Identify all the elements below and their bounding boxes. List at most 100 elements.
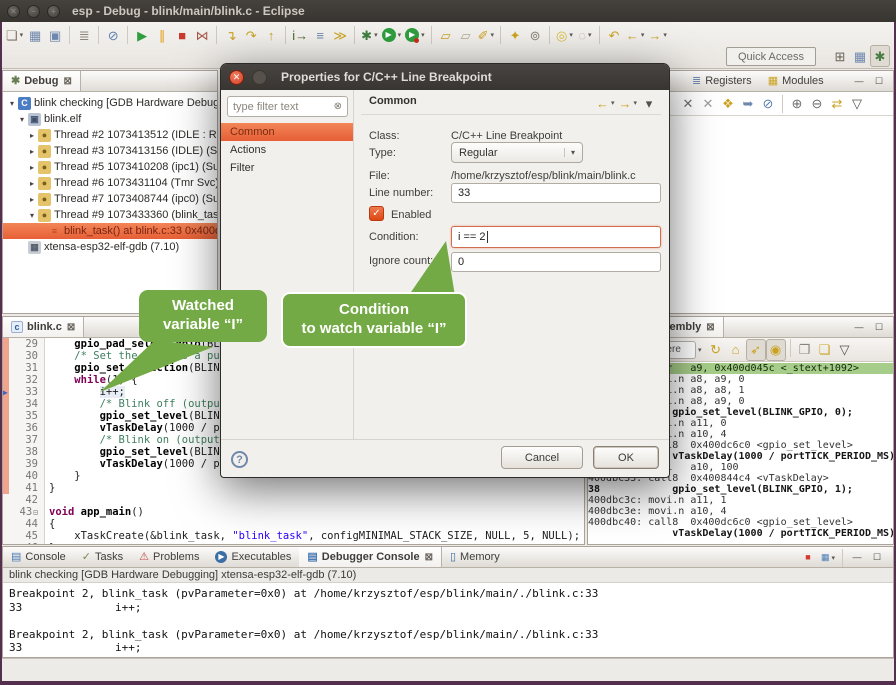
- use-step-filters-button[interactable]: ≫: [330, 24, 350, 46]
- save-all-button[interactable]: ▣: [45, 24, 65, 46]
- dialog-nav-actions[interactable]: Actions: [221, 141, 353, 159]
- lightbulb-off-button[interactable]: ◌▾: [575, 24, 595, 46]
- view-menu-button[interactable]: ▽: [835, 339, 855, 361]
- search-button[interactable]: ✦: [505, 24, 525, 46]
- line-number-field[interactable]: 33: [451, 183, 661, 203]
- close-icon[interactable]: ⊠: [706, 322, 714, 333]
- collapse-all-button[interactable]: ⊖: [807, 93, 827, 115]
- open-perspective-button[interactable]: ⊞: [830, 45, 850, 67]
- minimize-button[interactable]: —: [849, 320, 869, 336]
- ignore-count-field[interactable]: 0: [451, 252, 661, 272]
- external-tools-button[interactable]: ▶▾: [403, 24, 427, 46]
- dialog-nav-filter[interactable]: Filter: [221, 159, 353, 177]
- debug-tree-item[interactable]: ▾Cblink checking [GDB Hardware Debugging…: [3, 95, 217, 111]
- suspend-button[interactable]: ∥: [152, 24, 172, 46]
- maximize-button[interactable]: ☐: [869, 74, 889, 90]
- minimize-button[interactable]: —: [849, 74, 869, 90]
- skip-breakpoints-button[interactable]: ⊘: [758, 93, 778, 115]
- link-occurrences-button[interactable]: ⊚: [525, 24, 545, 46]
- window-maximize-button[interactable]: +: [47, 5, 60, 18]
- ok-button[interactable]: OK: [593, 446, 659, 469]
- tab-executables[interactable]: ▶Executables: [207, 547, 299, 567]
- step-return-button[interactable]: ↑: [261, 24, 281, 46]
- code-line-43[interactable]: 43⊟void app_main(): [3, 506, 584, 518]
- debug-tree-item[interactable]: ▸●Thread #5 1073410208 (ipc1) (Suspended…: [3, 159, 217, 175]
- display-console-button[interactable]: ▦▾: [818, 550, 838, 566]
- terminate-console-button[interactable]: ■: [798, 550, 818, 566]
- view-menu-button[interactable]: ▾: [639, 92, 659, 114]
- cancel-button[interactable]: Cancel: [501, 446, 583, 469]
- save-button[interactable]: ▦: [25, 24, 45, 46]
- show-source-lookup-button[interactable]: ≡: [310, 24, 330, 46]
- code-line-41[interactable]: 41}: [3, 482, 584, 494]
- run-history-button[interactable]: ▶▾: [380, 24, 404, 46]
- instruction-stepping-button[interactable]: i→: [290, 24, 310, 46]
- debug-perspective-button[interactable]: ✱: [870, 45, 890, 67]
- new-wizard-button[interactable]: ❏▾: [4, 24, 25, 46]
- debug-tree-item[interactable]: ▸●Thread #6 1073431104 (Tmr Svc) (Suspen…: [3, 175, 217, 191]
- home-button[interactable]: ⌂: [726, 339, 746, 361]
- view-menu-button[interactable]: ▽: [847, 93, 867, 115]
- tab-tasks[interactable]: ✓Tasks: [74, 547, 131, 567]
- maximize-button[interactable]: ☐: [869, 320, 889, 336]
- refresh-button[interactable]: ↻: [706, 339, 726, 361]
- code-line-44[interactable]: 44{: [3, 518, 584, 530]
- forward-button[interactable]: →▾: [646, 24, 669, 46]
- debug-tree-item[interactable]: ▸●Thread #7 1073408744 (ipc0) (Suspended…: [3, 191, 217, 207]
- debug-tree-item[interactable]: ≡blink_task() at blink.c:33 0x400dbc20: [3, 223, 217, 239]
- code-line-46[interactable]: 46}: [3, 542, 584, 544]
- back-button[interactable]: ←▾: [594, 92, 617, 114]
- forward-button[interactable]: →▾: [616, 92, 639, 114]
- remove-all-breakpoints-button[interactable]: ✕: [698, 93, 718, 115]
- cpp-perspective-button[interactable]: ▦: [850, 45, 870, 67]
- show-breakpoints-for-selection-button[interactable]: ❖: [718, 93, 738, 115]
- debug-tree-item[interactable]: ▾●Thread #9 1073433360 (blink_task : Sus…: [3, 207, 217, 223]
- back-button[interactable]: ←▾: [624, 24, 647, 46]
- last-edit-location-button[interactable]: ↶: [604, 24, 624, 46]
- filter-input[interactable]: type filter text ⊗: [227, 96, 348, 117]
- help-button[interactable]: ?: [231, 451, 248, 468]
- pin-view-button[interactable]: ❏: [815, 339, 835, 361]
- code-line-42[interactable]: 42: [3, 494, 584, 506]
- expand-all-button[interactable]: ⊕: [787, 93, 807, 115]
- clear-filter-icon[interactable]: ⊗: [334, 101, 342, 112]
- debug-tree-item[interactable]: ▸●Thread #3 1073413156 (IDLE) (Suspended…: [3, 143, 217, 159]
- tab-debug[interactable]: ✱ Debug ⊠: [3, 71, 81, 91]
- step-into-button[interactable]: ↴: [221, 24, 241, 46]
- condition-field[interactable]: i == 2: [451, 226, 661, 248]
- disconnect-button[interactable]: ⋈: [192, 24, 212, 46]
- tab-blink-c[interactable]: c blink.c ⊠: [3, 317, 84, 337]
- terminate-button[interactable]: ■: [172, 24, 192, 46]
- binary-file-button[interactable]: ≣: [74, 24, 94, 46]
- open-new-view-button[interactable]: ❐: [795, 339, 815, 361]
- lightbulb-button[interactable]: ◎▾: [554, 24, 575, 46]
- enabled-checkbox[interactable]: ✓: [369, 206, 384, 221]
- minimize-button[interactable]: —: [847, 550, 867, 566]
- debug-history-button[interactable]: ✱▾: [359, 24, 379, 46]
- remove-breakpoint-button[interactable]: ✕: [678, 93, 698, 115]
- debug-tree-item[interactable]: ▾▣blink.elf: [3, 111, 217, 127]
- tab-console[interactable]: ▤Console: [3, 547, 74, 567]
- dialog-restore-button[interactable]: [252, 70, 267, 85]
- dialog-close-button[interactable]: ✕: [229, 70, 244, 85]
- window-close-button[interactable]: ✕: [7, 5, 20, 18]
- link-with-debug-button[interactable]: ⇄: [827, 93, 847, 115]
- tab-registers[interactable]: ≣ Registers: [684, 71, 760, 91]
- step-over-button[interactable]: ↷: [241, 24, 261, 46]
- close-icon[interactable]: ⊠: [63, 76, 71, 87]
- show-source-button[interactable]: ◉: [766, 339, 786, 361]
- tab-modules[interactable]: ▦ Modules: [760, 71, 832, 91]
- debug-tree-item[interactable]: ▦xtensa-esp32-elf-gdb (7.10): [3, 239, 217, 255]
- sync-pc-button[interactable]: ➶: [746, 339, 766, 361]
- type-select[interactable]: Regular ▾: [451, 142, 583, 163]
- tab-problems[interactable]: ⚠Problems: [131, 547, 207, 567]
- wand-button[interactable]: ✐▾: [476, 24, 496, 46]
- tab-memory[interactable]: ▯Memory: [442, 547, 508, 567]
- tab-debugger-console[interactable]: ▤Debugger Console⊠: [299, 547, 442, 567]
- open-folder-button[interactable]: ▱: [436, 24, 456, 46]
- chevron-down-icon[interactable]: ▾: [698, 346, 702, 354]
- resume-button[interactable]: ▶: [132, 24, 152, 46]
- dialog-nav-common[interactable]: Common: [221, 123, 353, 141]
- code-line-45[interactable]: 45 xTaskCreate(&blink_task, "blink_task"…: [3, 530, 584, 542]
- quick-access-button[interactable]: Quick Access: [726, 47, 816, 66]
